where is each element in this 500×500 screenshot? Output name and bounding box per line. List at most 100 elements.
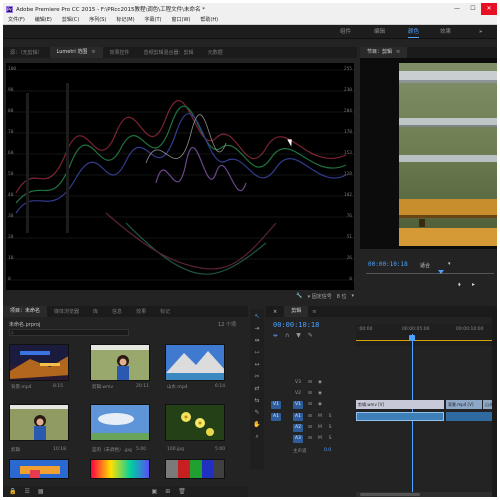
- slip-tool-icon[interactable]: ⇄: [253, 385, 261, 393]
- timeline-scrollbar[interactable]: [356, 492, 497, 497]
- project-search-input[interactable]: [9, 329, 129, 336]
- menu-marker[interactable]: 标记(M): [111, 16, 139, 23]
- tab-effects[interactable]: 效果: [129, 308, 153, 315]
- hand-tool-icon[interactable]: ✋: [253, 421, 261, 429]
- pen-tool-icon[interactable]: ✎: [253, 409, 261, 417]
- menu-sequence[interactable]: 序列(S): [84, 16, 111, 23]
- tab-sequence[interactable]: 剪辑: [284, 306, 309, 317]
- program-video-frame[interactable]: [399, 63, 497, 246]
- eye-icon[interactable]: ◉: [316, 379, 324, 387]
- mute-button[interactable]: M: [316, 435, 324, 443]
- project-item-thumb[interactable]: [90, 459, 150, 479]
- track-target-v3[interactable]: [283, 379, 291, 387]
- tab-effect-controls[interactable]: 效果控件: [103, 49, 137, 56]
- rolling-edit-tool-icon[interactable]: ⇿: [253, 349, 261, 357]
- scope-dropdown-icon[interactable]: ▾: [351, 293, 354, 299]
- sync-lock-icon[interactable]: ⊟: [306, 379, 314, 387]
- eye-icon[interactable]: ◉: [316, 390, 324, 398]
- scope-signal-mode[interactable]: ▾ 固定信号: [308, 293, 332, 300]
- source-patch-v1[interactable]: V1: [271, 401, 281, 409]
- audio-clip[interactable]: [356, 412, 444, 421]
- menu-help[interactable]: 帮助(H): [195, 16, 223, 23]
- sync-lock-icon[interactable]: ⊟: [306, 435, 314, 443]
- master-volume[interactable]: 0.0: [324, 448, 331, 453]
- program-timecode[interactable]: 00:00:10:18: [368, 261, 408, 268]
- track-select-tool-icon[interactable]: ⇥: [253, 325, 261, 333]
- tab-lumetri-scopes[interactable]: Lumetri 范围 ≡: [49, 47, 103, 58]
- timeline-menu-icon[interactable]: ≡: [308, 309, 316, 315]
- tab-media-browser[interactable]: 媒体浏览器: [47, 308, 86, 315]
- icon-view-icon[interactable]: ▦: [38, 488, 44, 495]
- mute-button[interactable]: M: [316, 424, 324, 432]
- list-view-icon[interactable]: ☰: [24, 488, 29, 495]
- tab-markers[interactable]: 标记: [153, 308, 177, 315]
- menu-file[interactable]: 文件(F): [3, 16, 30, 23]
- project-item-thumb[interactable]: [9, 344, 69, 381]
- project-item-thumb[interactable]: [165, 344, 225, 381]
- track-label-v2[interactable]: V2: [293, 390, 303, 398]
- project-item-thumb[interactable]: [9, 404, 69, 441]
- track-label-a1[interactable]: A1: [293, 413, 303, 421]
- solo-button[interactable]: S: [326, 435, 334, 443]
- new-item-icon[interactable]: ⊞: [165, 488, 170, 495]
- audio-clip[interactable]: [446, 412, 497, 421]
- timeline-ruler[interactable]: :00:00 00:00:05:00 00:00:10:00: [356, 324, 497, 346]
- fit-dropdown-icon[interactable]: ▾: [448, 261, 451, 267]
- project-item-thumb[interactable]: [165, 459, 225, 479]
- workspace-color[interactable]: 颜色: [408, 25, 420, 39]
- track-label-a3[interactable]: A3: [293, 435, 303, 443]
- project-item-thumb[interactable]: [9, 459, 69, 479]
- razor-tool-icon[interactable]: ✂: [253, 373, 261, 381]
- trash-icon[interactable]: 🗑: [178, 488, 186, 495]
- timeline-settings-icon[interactable]: ✎: [308, 332, 313, 340]
- menu-title[interactable]: 字幕(T): [140, 16, 167, 23]
- tab-audio-clip-mixer[interactable]: 音频剪辑混合器：剪辑: [137, 49, 201, 56]
- add-marker-icon[interactable]: ▼: [296, 332, 301, 340]
- work-area-bar[interactable]: [356, 340, 497, 341]
- project-item-thumb[interactable]: [90, 404, 150, 441]
- slide-tool-icon[interactable]: ⇆: [253, 397, 261, 405]
- rate-stretch-tool-icon[interactable]: ↔: [253, 361, 261, 369]
- track-label-v3[interactable]: V3: [293, 379, 303, 387]
- program-fit-select[interactable]: 适合: [420, 262, 430, 269]
- maximize-icon[interactable]: ☐: [465, 3, 481, 15]
- wrench-icon[interactable]: 🔧: [296, 293, 302, 299]
- timeline-scroll-thumb[interactable]: [360, 493, 420, 496]
- track-label-v1[interactable]: V1: [293, 401, 303, 409]
- sync-lock-icon[interactable]: ⊟: [306, 424, 314, 432]
- sync-lock-icon[interactable]: ⊟: [306, 401, 314, 409]
- scope-bit-depth[interactable]: 8 位: [337, 293, 347, 300]
- tab-source[interactable]: 源：（无剪辑）: [3, 49, 50, 56]
- solo-button[interactable]: S: [326, 424, 334, 432]
- sync-lock-icon[interactable]: ⊟: [306, 390, 314, 398]
- menu-clip[interactable]: 剪辑(C): [57, 16, 84, 23]
- ripple-edit-tool-icon[interactable]: ⇹: [253, 337, 261, 345]
- video-clip[interactable]: 剪辑.wmv [V]: [356, 400, 444, 409]
- linked-selection-icon[interactable]: ∩: [285, 332, 289, 340]
- solo-button[interactable]: S: [326, 413, 334, 421]
- tab-info[interactable]: 信息: [105, 308, 129, 315]
- program-scrub-bar[interactable]: [366, 273, 494, 274]
- minimize-icon[interactable]: —: [449, 3, 465, 15]
- workspace-effects[interactable]: 效果: [440, 25, 451, 39]
- project-item-thumb[interactable]: [90, 344, 150, 381]
- zoom-tool-icon[interactable]: ⌕: [253, 433, 261, 441]
- eye-icon[interactable]: ◉: [316, 401, 324, 409]
- workspace-assembly[interactable]: 组件: [340, 25, 351, 39]
- menu-edit[interactable]: 编辑(E): [30, 16, 57, 23]
- program-menu-icon[interactable]: ≡: [392, 49, 400, 55]
- selection-tool-icon[interactable]: ↖: [253, 313, 261, 321]
- new-bin-icon[interactable]: ▣: [152, 488, 158, 495]
- timeline-timecode[interactable]: 00:00:10:18: [273, 321, 319, 329]
- mute-button[interactable]: M: [316, 413, 324, 421]
- sync-lock-icon[interactable]: ⊟: [306, 413, 314, 421]
- tab-project[interactable]: 项目：未命名: [3, 306, 48, 317]
- program-playhead-icon[interactable]: [438, 270, 444, 274]
- workspace-more-icon[interactable]: »: [479, 25, 482, 39]
- close-icon[interactable]: ✕: [481, 3, 497, 15]
- panel-menu-icon[interactable]: ≡: [87, 49, 95, 55]
- lumetri-waveform-scope[interactable]: 100 90 80 70 60 50 40 30 20 10 0 255 230…: [6, 63, 354, 290]
- project-item-thumb[interactable]: [165, 404, 225, 441]
- menu-window[interactable]: 窗口(W): [167, 16, 196, 23]
- track-label-a2[interactable]: A2: [293, 424, 303, 432]
